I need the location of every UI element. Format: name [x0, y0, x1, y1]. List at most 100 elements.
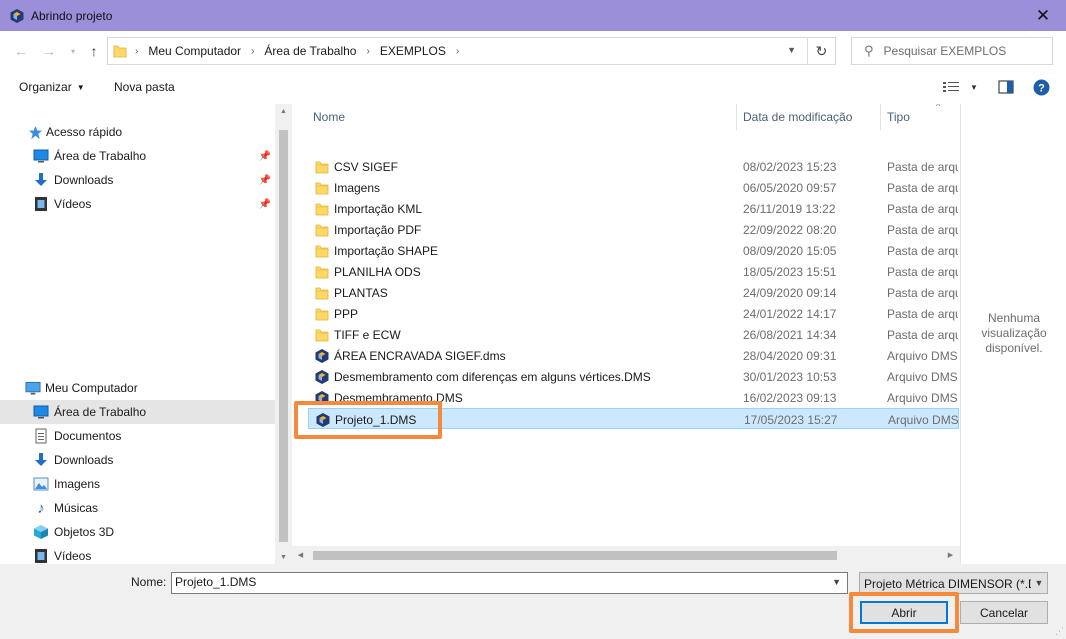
column-header-name[interactable]: Nome: [313, 104, 345, 130]
file-row[interactable]: PLANTAS 24/09/2020 09:14 Pasta de arquivos: [308, 282, 959, 303]
column-divider[interactable]: [736, 104, 737, 130]
sidebar-item-desktop[interactable]: Área de Trabalho: [0, 400, 275, 424]
title-bar: Abrindo projeto ✕: [0, 0, 1066, 31]
cancel-button[interactable]: Cancelar: [960, 601, 1048, 624]
column-divider[interactable]: [880, 104, 881, 130]
breadcrumb-item[interactable]: Meu Computador: [148, 44, 241, 58]
help-button[interactable]: ?: [1033, 78, 1050, 96]
scrollbar-thumb[interactable]: [313, 551, 837, 560]
file-name: Imagens: [334, 181, 381, 195]
sidebar-item-label: Downloads: [54, 173, 114, 187]
scroll-right-icon[interactable]: ▶: [942, 546, 959, 564]
chevron-down-icon: ▼: [76, 83, 85, 92]
folder-icon: [314, 306, 330, 322]
search-input[interactable]: [883, 44, 1044, 58]
view-options-button[interactable]: ▼: [942, 78, 978, 96]
file-row[interactable]: CSV SIGEF 08/02/2023 15:23 Pasta de arquiv…: [308, 156, 959, 177]
file-name: Importação KML: [334, 202, 423, 216]
file-row[interactable]: Importação SHAPE 08/09/2020 15:05 Pasta de…: [308, 240, 959, 261]
scrollbar-thumb[interactable]: [279, 130, 288, 542]
dms-file-icon: [314, 348, 330, 364]
column-header-type[interactable]: Tipo: [887, 104, 910, 130]
pin-icon[interactable]: 📌: [259, 199, 271, 210]
search-box[interactable]: ⚲: [851, 37, 1053, 65]
scroll-left-icon[interactable]: ◀: [292, 546, 309, 564]
organize-button[interactable]: Organizar ▼: [19, 80, 85, 94]
file-row[interactable]: PLANILHA ODS 18/05/2023 15:51 Pasta de arq…: [308, 261, 959, 282]
filename-input[interactable]: [175, 575, 815, 589]
scroll-down-icon[interactable]: ▼: [275, 550, 292, 564]
sidebar-item-quick-access[interactable]: Acesso rápido: [0, 120, 275, 144]
filename-combobox[interactable]: ▼: [171, 572, 848, 594]
breadcrumb-item[interactable]: EXEMPLOS: [380, 44, 446, 58]
preview-pane-icon: [998, 80, 1014, 94]
sidebar-item-3d-objects[interactable]: Objetos 3D: [0, 520, 275, 544]
file-row[interactable]: Desmembramento com diferenças em alguns …: [308, 366, 959, 387]
sidebar-item-music[interactable]: ♪ Músicas: [0, 496, 275, 520]
file-row[interactable]: ÁREA ENCRAVADA SIGEF.dms 28/04/2020 09:31…: [308, 345, 959, 366]
search-icon: ⚲: [864, 43, 874, 58]
chevron-down-icon[interactable]: ▼: [832, 577, 841, 587]
file-date: 17/05/2023 15:27: [744, 413, 838, 427]
file-type: Pasta de arquivos: [887, 328, 958, 342]
sidebar-item-documents[interactable]: Documentos: [0, 424, 275, 448]
up-arrow-icon[interactable]: ↑: [85, 41, 103, 61]
file-name: Projeto_1.DMS: [335, 413, 417, 427]
file-row[interactable]: Imagens 06/05/2020 09:57 Pasta de arquivos: [308, 177, 959, 198]
file-type: Arquivo DMS: [887, 391, 958, 405]
horizontal-scrollbar[interactable]: ◀ ▶: [292, 546, 960, 564]
folder-icon: [314, 180, 330, 196]
chevron-down-icon[interactable]: ▼: [970, 83, 978, 92]
sidebar-item-quick-downloads[interactable]: Downloads 📌: [0, 168, 275, 192]
open-button[interactable]: Abrir: [860, 601, 948, 624]
preview-pane: Nenhuma visualização disponível.: [960, 104, 1066, 564]
column-header-date[interactable]: Data de modificação: [743, 104, 852, 130]
sidebar-item-label: Área de Trabalho: [54, 149, 147, 163]
sidebar-item-quick-videos[interactable]: Vídeos 📌: [0, 192, 275, 216]
file-date: 24/09/2020 09:14: [743, 286, 837, 300]
breadcrumb-separator-icon[interactable]: ›: [456, 46, 459, 57]
sidebar-item-computer[interactable]: Meu Computador: [0, 376, 275, 400]
file-row[interactable]: Projeto_1.DMS 17/05/2023 15:27 Arquivo DMS: [308, 408, 959, 429]
sidebar-item-quick-desktop[interactable]: Área de Trabalho 📌: [0, 144, 275, 168]
preview-pane-button[interactable]: [998, 78, 1014, 96]
address-bar[interactable]: › Meu Computador › Área de Trabalho › EX…: [107, 37, 836, 65]
file-date: 16/02/2023 09:13: [743, 391, 837, 405]
file-row[interactable]: Importação PDF 22/09/2022 08:20 Pasta de a…: [308, 219, 959, 240]
window-title: Abrindo projeto: [31, 8, 113, 23]
close-icon[interactable]: ✕: [1020, 0, 1066, 31]
file-row[interactable]: Desmembramento.DMS 16/02/2023 09:13 Arquiv…: [308, 387, 959, 408]
filetype-select[interactable]: Projeto Métrica DIMENSOR (*.DMS) ▼: [859, 572, 1048, 594]
help-icon: ?: [1033, 79, 1050, 95]
file-name: ÁREA ENCRAVADA SIGEF.dms: [334, 349, 506, 363]
sidebar-item-pictures[interactable]: Imagens: [0, 472, 275, 496]
sidebar-item-videos[interactable]: Vídeos: [0, 544, 275, 564]
folder-icon: [314, 327, 330, 343]
file-type: Pasta de arquivos: [887, 160, 958, 174]
back-arrow-icon[interactable]: ←: [12, 41, 30, 61]
sidebar-item-downloads[interactable]: Downloads: [0, 448, 275, 472]
forward-arrow-icon[interactable]: →: [40, 41, 58, 61]
file-row[interactable]: PPP 24/01/2022 14:17 Pasta de arquivos: [308, 303, 959, 324]
sidebar-item-label: Objetos 3D: [54, 525, 115, 539]
sidebar-item-label: Vídeos: [54, 197, 92, 211]
address-dropdown-icon[interactable]: ▼: [787, 45, 796, 55]
documents-icon: [33, 428, 49, 444]
file-date: 22/09/2022 08:20: [743, 223, 837, 237]
refresh-icon[interactable]: ↻: [807, 38, 835, 64]
file-date: 26/08/2021 14:34: [743, 328, 837, 342]
new-folder-button[interactable]: Nova pasta: [114, 80, 175, 94]
recent-locations-chevron-icon[interactable]: ▾: [64, 41, 82, 61]
breadcrumb-item[interactable]: Área de Trabalho: [264, 44, 356, 58]
pin-icon[interactable]: 📌: [259, 175, 271, 186]
file-row[interactable]: TIFF e ECW 26/08/2021 14:34 Pasta de arqui…: [308, 324, 959, 345]
scroll-up-icon[interactable]: ▲: [275, 104, 292, 118]
navigation-bar: ← → ▾ ↑ › Meu Computador › Área de Traba…: [0, 31, 1066, 71]
navigation-scrollbar[interactable]: ▲ ▼: [275, 104, 292, 564]
breadcrumb-separator-icon[interactable]: ›: [366, 46, 369, 57]
pin-icon[interactable]: 📌: [259, 151, 271, 162]
file-row[interactable]: Importação KML 26/11/2019 13:22 Pasta de a…: [308, 198, 959, 219]
breadcrumb-separator-icon[interactable]: ›: [251, 46, 254, 57]
chevron-down-icon[interactable]: ▼: [1031, 573, 1047, 593]
resize-grip-icon[interactable]: ⋰: [1055, 626, 1064, 637]
